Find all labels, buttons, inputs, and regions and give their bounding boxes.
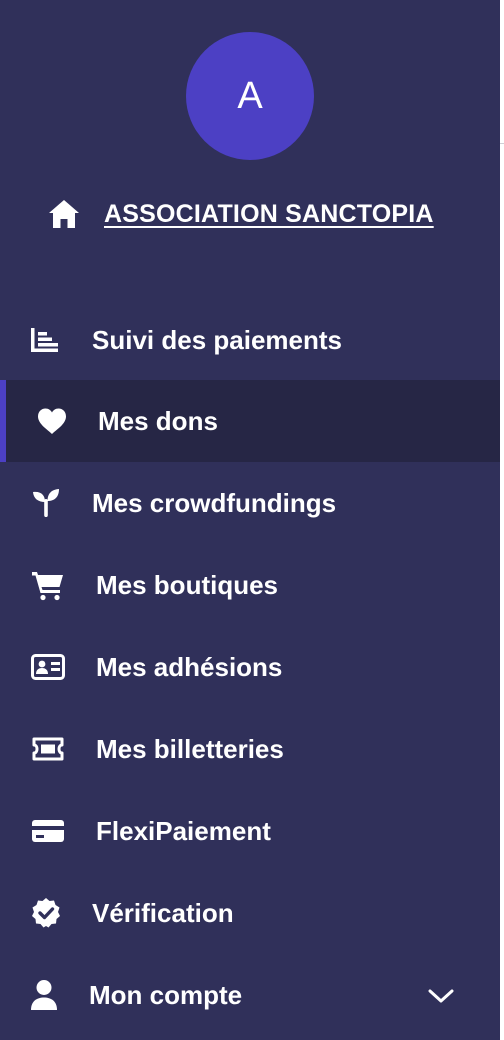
user-icon: [26, 977, 62, 1013]
nav-item-verification[interactable]: Vérification: [0, 872, 500, 954]
content-edge: [500, 0, 504, 1040]
nav-item-mes-adhesions[interactable]: Mes adhésions: [0, 626, 500, 708]
sidebar: A ASSOCIATION SANCTOPIA Suivi des paieme…: [0, 0, 500, 1040]
nav-label: Mes crowdfundings: [92, 488, 337, 518]
nav-label: Suivi des paiements: [92, 325, 342, 355]
nav-label: Mes adhésions: [96, 652, 283, 682]
avatar-initial: A: [237, 74, 263, 117]
id-card-icon: [30, 649, 66, 685]
nav-label: FlexiPaiement: [96, 816, 271, 846]
nav-item-suivi-des-paiements[interactable]: Suivi des paiements: [0, 299, 500, 381]
nav-item-flexipaiement[interactable]: FlexiPaiement: [0, 790, 500, 872]
nav-item-mes-billetteries[interactable]: Mes billetteries: [0, 708, 500, 790]
nav-label: Vérification: [92, 898, 234, 928]
cart-icon: [30, 567, 66, 603]
organization-name[interactable]: ASSOCIATION SANCTOPIA: [104, 200, 434, 229]
avatar[interactable]: A: [186, 32, 314, 160]
nav-item-mes-dons[interactable]: Mes dons: [0, 380, 500, 462]
heart-icon: [34, 403, 70, 439]
chart-icon: [26, 322, 62, 358]
nav-item-mes-crowdfundings[interactable]: Mes crowdfundings: [0, 462, 500, 544]
organization-link[interactable]: ASSOCIATION SANCTOPIA: [48, 196, 434, 232]
nav-label: Mes billetteries: [96, 734, 284, 764]
nav-label: Mes dons: [98, 406, 218, 436]
divider: [500, 143, 504, 144]
verified-badge-icon: [28, 895, 64, 931]
nav-label: Mes boutiques: [96, 570, 279, 600]
chevron-down-icon[interactable]: [426, 981, 456, 1011]
sprout-icon: [28, 485, 64, 521]
nav-item-mes-boutiques[interactable]: Mes boutiques: [0, 544, 500, 626]
nav-label: Mon compte: [89, 980, 243, 1010]
nav-item-mon-compte[interactable]: Mon compte: [0, 954, 500, 1036]
credit-card-icon: [30, 813, 66, 849]
home-icon: [48, 198, 80, 230]
ticket-icon: [30, 731, 66, 767]
